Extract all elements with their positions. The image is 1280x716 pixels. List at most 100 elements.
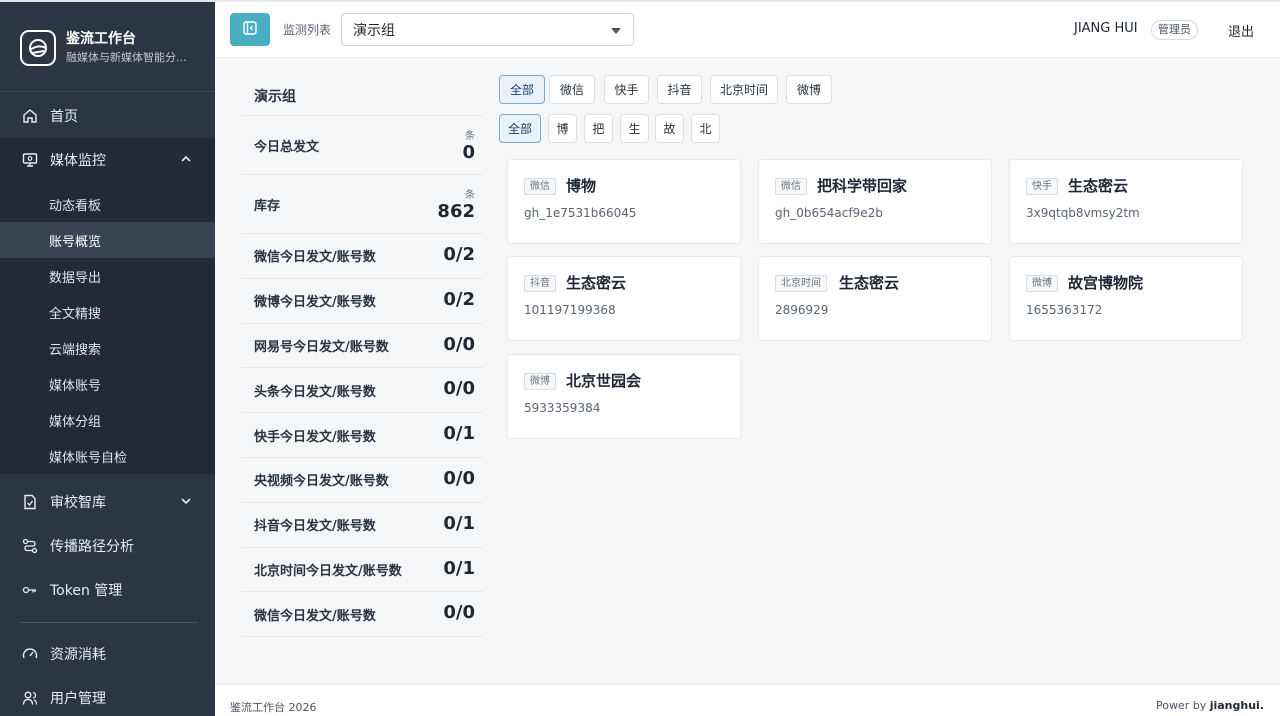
top-header: 监测列表 演示组 JIANG HUI 管理员 退出 <box>215 0 1280 58</box>
nav-divider <box>20 622 198 623</box>
sub-item-dashboard[interactable]: 动态看板 <box>0 186 215 222</box>
nav-item-label: 用户管理 <box>50 691 106 707</box>
platform-tag: 快手 <box>1026 178 1058 195</box>
account-id: 101197199368 <box>524 303 616 317</box>
sub-item-account-overview[interactable]: 账号概览 <box>0 222 215 258</box>
nav-item-review-library[interactable]: 审校智库 <box>0 480 215 524</box>
stat-label: 微信今日发文/账号数 <box>254 250 376 266</box>
collapse-sidebar-button[interactable] <box>230 13 270 46</box>
account-name: 生态密云 <box>1068 177 1129 195</box>
stat-value: 0/0 <box>443 378 475 400</box>
nav-item-label: 审校智库 <box>50 495 106 511</box>
account-id: 2896929 <box>775 303 829 317</box>
platform-tag: 微信 <box>775 178 807 195</box>
account-card[interactable]: 微博 北京世园会 5933359384 <box>507 354 741 439</box>
account-card[interactable]: 北京时间 生态密云 2896929 <box>758 256 992 341</box>
sidebar: 鉴流工作台 融媒体与新媒体智能分... 首页 媒体监控 动态看板 账号概览 数据… <box>0 0 215 716</box>
stats-group-title: 演示组 <box>254 88 296 105</box>
account-id: gh_1e7531b66045 <box>524 206 637 220</box>
users-icon <box>22 690 38 706</box>
stat-value: 0/1 <box>443 512 475 534</box>
account-id: 5933359384 <box>524 401 601 415</box>
sub-item-media-groups[interactable]: 媒体分组 <box>0 402 215 438</box>
sub-item-media-accounts[interactable]: 媒体账号 <box>0 366 215 402</box>
initial-filter-chip[interactable]: 全部 <box>499 114 541 143</box>
stat-label: 北京时间今日发文/账号数 <box>254 563 402 579</box>
stat-row: 头条今日发文/账号数 0/0 <box>242 368 483 414</box>
platform-tag: 微博 <box>524 373 556 390</box>
watch-list-label: 监测列表 <box>283 23 332 37</box>
sub-item-fulltext-search[interactable]: 全文精搜 <box>0 294 215 330</box>
main-content: 演示组 今日总发文 条 0 库存 条 862 微信今日发文/账号数 0/2 微博今日… <box>215 58 1280 684</box>
platform-tag: 微博 <box>1026 275 1058 292</box>
stat-row: 微信今日发文/账号数 0/0 <box>242 592 483 638</box>
stat-row: 微信今日发文/账号数 0/2 <box>242 234 483 279</box>
stat-unit: 条 <box>465 131 475 142</box>
brand: 鉴流工作台 融媒体与新媒体智能分... <box>0 4 215 92</box>
logout-link[interactable]: 退出 <box>1228 21 1254 40</box>
initial-filter-chip[interactable]: 北 <box>691 114 720 143</box>
platform-tag: 抖音 <box>524 275 556 292</box>
stat-label: 网易号今日发文/账号数 <box>254 339 389 355</box>
account-card[interactable]: 微信 博物 gh_1e7531b66045 <box>507 159 741 244</box>
footer-brand-link[interactable]: jianghui. <box>1210 699 1264 712</box>
sub-item-cloud-search[interactable]: 云端搜索 <box>0 330 215 366</box>
stat-row: 网易号今日发文/账号数 0/0 <box>242 324 483 369</box>
stat-label: 快手今日发文/账号数 <box>254 429 376 445</box>
sub-item-account-selfcheck[interactable]: 媒体账号自检 <box>0 438 215 474</box>
sidebar-toggle-icon <box>243 20 257 39</box>
stat-label: 微博今日发文/账号数 <box>254 295 376 311</box>
account-card[interactable]: 微博 故宫博物院 1655363172 <box>1009 256 1243 341</box>
nav-item-home[interactable]: 首页 <box>0 94 215 138</box>
stat-value: 0/2 <box>443 244 475 265</box>
group-select[interactable]: 演示组 <box>341 13 634 46</box>
stat-unit: 条 <box>465 190 475 201</box>
stat-row: 央视频今日发文/账号数 0/0 <box>242 458 483 503</box>
account-name: 故宫博物院 <box>1068 274 1144 292</box>
platform-filter-chip[interactable]: 微博 <box>786 75 832 104</box>
stat-label: 今日总发文 <box>254 139 320 155</box>
nav-item-resources[interactable]: 资源消耗 <box>0 632 215 676</box>
stat-value: 0/1 <box>443 557 475 579</box>
platform-filter-chip[interactable]: 抖音 <box>657 75 702 104</box>
brand-subtitle: 融媒体与新媒体智能分... <box>66 50 187 64</box>
initial-filter-chip[interactable]: 生 <box>620 114 649 143</box>
account-card[interactable]: 抖音 生态密云 101197199368 <box>507 256 741 341</box>
nav-item-users[interactable]: 用户管理 <box>0 676 215 716</box>
platform-filter-chip[interactable]: 微信 <box>549 75 595 104</box>
submenu-media-monitor: 动态看板 账号概览 数据导出 全文精搜 云端搜索 媒体账号 媒体分组 媒体账号自… <box>0 182 215 474</box>
account-id: 3x9qtqb8vmsy2tm <box>1026 206 1140 220</box>
group-select-value: 演示组 <box>353 22 395 39</box>
account-card[interactable]: 微信 把科学带回家 gh_0b654acf9e2b <box>758 159 992 244</box>
sub-item-data-export[interactable]: 数据导出 <box>0 258 215 294</box>
account-name: 把科学带回家 <box>817 177 908 195</box>
platform-filter-chip[interactable]: 全部 <box>499 75 545 104</box>
account-id: gh_0b654acf9e2b <box>775 206 883 220</box>
initial-filter-chip[interactable]: 博 <box>548 114 577 143</box>
initial-filter-chip[interactable]: 把 <box>584 114 613 143</box>
stat-value: 0/0 <box>443 602 475 624</box>
logo-icon <box>20 29 56 66</box>
initial-filter-chip[interactable]: 故 <box>655 114 684 143</box>
stat-row: 快手今日发文/账号数 0/1 <box>242 413 483 458</box>
account-card[interactable]: 快手 生态密云 3x9qtqb8vmsy2tm <box>1009 159 1243 244</box>
stat-value: 0 <box>462 142 475 163</box>
nav-item-label: 资源消耗 <box>50 647 106 663</box>
stat-row: 抖音今日发文/账号数 0/1 <box>242 503 483 548</box>
platform-filter-chip[interactable]: 北京时间 <box>710 75 778 104</box>
footer-copyright: 鉴流工作台 2026 <box>230 701 317 714</box>
platform-tag: 北京时间 <box>775 275 827 292</box>
stat-value: 862 <box>437 201 475 222</box>
footer-powered-by: Power by jianghui. <box>1156 699 1264 712</box>
user-name: JIANG HUI <box>1074 21 1138 36</box>
nav-item-media-monitor[interactable]: 媒体监控 <box>0 138 215 182</box>
nav-item-token[interactable]: Token 管理 <box>0 568 215 612</box>
brand-title: 鉴流工作台 <box>66 30 136 47</box>
stat-label: 头条今日发文/账号数 <box>254 384 376 400</box>
platform-filter-chip[interactable]: 快手 <box>604 75 649 104</box>
nav-item-propagation[interactable]: 传播路径分析 <box>0 524 215 568</box>
home-icon <box>22 108 38 124</box>
stat-label: 微信今日发文/账号数 <box>254 608 376 624</box>
stat-value: 0/0 <box>443 333 475 355</box>
stats-group-title-row: 演示组 <box>242 76 483 116</box>
